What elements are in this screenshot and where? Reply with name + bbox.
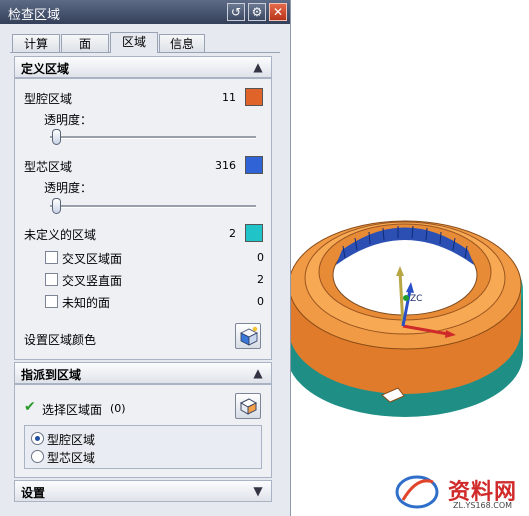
ring-part-model[interactable]: ZC <box>291 0 529 516</box>
assign-region-title: 指派到区域 <box>21 368 82 382</box>
tab-info[interactable]: 信息 <box>159 34 205 52</box>
check-regions-dialog: 检查区域 ↺ ⚙ ✕ 计算 面 区域 信息 定义区域 ▲ 型腔区域 11 透明度… <box>0 0 291 516</box>
core-transparency-slider[interactable] <box>52 198 61 214</box>
set-region-color-label: 设置区域颜色 <box>24 333 97 347</box>
intersect-faces-label: 交叉区域面 <box>62 252 123 266</box>
select-faces-button[interactable] <box>235 393 261 419</box>
define-regions-header[interactable]: 定义区域 ▲ <box>14 56 272 78</box>
gear-icon[interactable]: ⚙ <box>248 3 266 21</box>
tab-faces[interactable]: 面 <box>61 34 109 52</box>
undefined-color-swatch[interactable] <box>245 224 263 242</box>
core-region-radio-label: 型芯区域 <box>47 451 96 465</box>
svg-text:ZC: ZC <box>410 294 422 304</box>
check-icon: ✔ <box>24 399 36 415</box>
cavity-transparency-label: 透明度： <box>44 113 93 127</box>
cavity-transparency-track <box>50 136 256 139</box>
close-icon[interactable]: ✕ <box>269 3 287 21</box>
core-region-radio[interactable] <box>31 450 44 463</box>
select-region-faces-label: 选择区域面 <box>42 403 103 417</box>
tab-regions[interactable]: 区域 <box>110 32 158 53</box>
reset-icon[interactable]: ↺ <box>227 3 245 21</box>
tab-calculate[interactable]: 计算 <box>12 34 60 52</box>
core-region-count: 316 <box>215 159 236 172</box>
cavity-region-radio-label: 型腔区域 <box>47 433 96 447</box>
core-region-label: 型芯区域 <box>24 160 73 174</box>
unknown-faces-count: 0 <box>257 295 264 308</box>
define-regions-title: 定义区域 <box>21 62 70 76</box>
intersect-faces-count: 0 <box>257 251 264 264</box>
unknown-faces-checkbox[interactable] <box>45 295 58 308</box>
select-region-faces-count: (0) <box>110 402 126 415</box>
undefined-region-label: 未定义的区域 <box>24 228 97 242</box>
tab-underline <box>10 52 110 53</box>
intersect-faces-checkbox[interactable] <box>45 251 58 264</box>
color-cube-icon <box>240 326 258 346</box>
unknown-faces-label: 未知的面 <box>62 296 111 310</box>
watermark-logo-icon <box>395 475 439 509</box>
cavity-region-count: 11 <box>222 91 236 104</box>
cavity-region-radio[interactable] <box>31 432 44 445</box>
face-select-icon <box>239 398 258 415</box>
set-region-color-button[interactable] <box>235 323 261 349</box>
watermark-subtext: ZL.YS168.COM <box>453 501 513 510</box>
chevron-up-icon[interactable]: ▲ <box>249 59 267 75</box>
undefined-region-count: 2 <box>229 227 236 240</box>
intersect-vertical-label: 交叉竖直面 <box>62 274 123 288</box>
core-transparency-track <box>50 205 256 208</box>
cavity-region-label: 型腔区域 <box>24 92 73 106</box>
dialog-title: 检查区域 <box>8 8 61 23</box>
cavity-transparency-slider[interactable] <box>52 129 61 145</box>
tab-underline <box>157 52 280 53</box>
cavity-color-swatch[interactable] <box>245 88 263 106</box>
graphics-viewport[interactable]: ZC 资料网 ZL.YS168.COM <box>291 0 529 516</box>
intersect-vertical-checkbox[interactable] <box>45 273 58 286</box>
settings-header[interactable]: 设置 ▼ <box>14 480 272 502</box>
chevron-down-icon[interactable]: ▼ <box>249 483 267 499</box>
settings-title: 设置 <box>21 486 46 500</box>
chevron-up-icon[interactable]: ▲ <box>249 365 267 381</box>
core-transparency-label: 透明度： <box>44 181 93 195</box>
intersect-vertical-count: 2 <box>257 273 264 286</box>
assign-region-header[interactable]: 指派到区域 ▲ <box>14 362 272 384</box>
dialog-titlebar: 检查区域 ↺ ⚙ ✕ <box>0 0 290 24</box>
core-color-swatch[interactable] <box>245 156 263 174</box>
